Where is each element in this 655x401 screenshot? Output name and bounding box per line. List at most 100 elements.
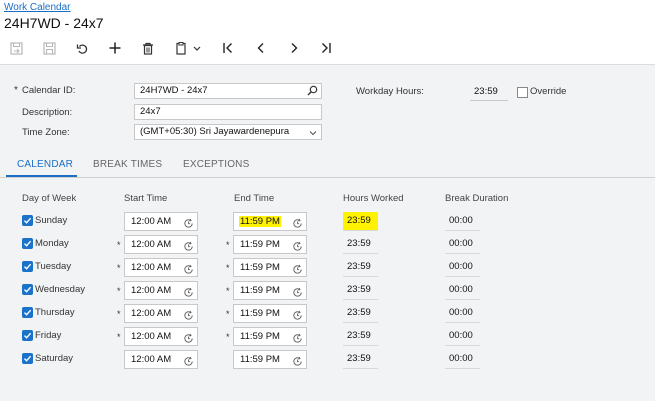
break-duration-value: 00:00 [445,258,480,277]
day-enabled-checkbox[interactable] [22,353,33,364]
required-mark: * [117,286,121,296]
end-time-field[interactable]: 11:59 PM [233,212,307,231]
start-time-value: 12:00 AM [131,354,172,365]
break-duration-value: 00:00 [445,212,480,231]
time-zone-value: (GMT+05:30) Sri Jayawardenepura [140,126,290,137]
table-row: Friday * 12:00 AM * 11:59 PM 23:59 00:00 [0,326,655,348]
calendar-form-panel: * Calendar ID: 24H7WD - 24x7 Description… [0,64,655,401]
save-icon[interactable] [41,38,57,58]
next-icon[interactable] [286,38,302,58]
required-mark: * [117,332,121,342]
end-time-field[interactable]: 11:59 PM [233,350,307,369]
start-time-field[interactable]: 12:00 AM [124,281,198,300]
end-time-value: 11:59 PM [239,216,281,227]
clock-icon[interactable] [292,216,303,234]
clock-icon[interactable] [183,354,194,372]
clock-icon[interactable] [183,331,194,349]
clock-icon[interactable] [292,354,303,372]
start-time-value: 12:00 AM [131,216,172,227]
table-row: Wednesday * 12:00 AM * 11:59 PM 23:59 00:00 [0,280,655,302]
time-zone-label: Time Zone: [22,127,70,138]
previous-icon[interactable] [253,38,269,58]
delete-icon[interactable] [140,38,156,58]
required-mark: * [226,240,230,250]
day-enabled-checkbox[interactable] [22,330,33,341]
clock-icon[interactable] [183,285,194,303]
required-mark: * [14,85,18,96]
end-time-value: 11:59 PM [240,331,280,342]
clock-icon[interactable] [292,262,303,280]
table-row: Thursday * 12:00 AM * 11:59 PM 23:59 00:00 [0,303,655,325]
header-hours-worked: Hours Worked [343,193,404,204]
break-duration-value: 00:00 [445,304,480,323]
active-tab-indicator [6,175,77,177]
start-time-value: 12:00 AM [131,331,172,342]
description-field[interactable]: 24x7 [134,104,322,120]
clock-icon[interactable] [183,262,194,280]
end-time-field[interactable]: 11:59 PM [233,304,307,323]
clock-icon[interactable] [292,285,303,303]
start-time-field[interactable]: 12:00 AM [124,304,198,323]
header-break-duration: Break Duration [445,193,509,204]
clock-icon[interactable] [292,308,303,326]
clock-icon[interactable] [183,216,194,234]
break-duration-value: 00:00 [445,235,480,254]
end-time-field[interactable]: 11:59 PM [233,235,307,254]
required-mark: * [226,309,230,319]
start-time-field[interactable]: 12:00 AM [124,235,198,254]
undo-icon[interactable] [74,38,90,58]
table-row: Tuesday * 12:00 AM * 11:59 PM 23:59 00:00 [0,257,655,279]
day-enabled-checkbox[interactable] [22,284,33,295]
start-time-field[interactable]: 12:00 AM [124,350,198,369]
table-row: Sunday 12:00 AM 11:59 PM 23:59 00:00 [0,211,655,233]
override-checkbox[interactable] [517,87,528,98]
clock-icon[interactable] [183,239,194,257]
day-enabled-checkbox[interactable] [22,238,33,249]
search-icon[interactable] [307,85,318,101]
break-duration-value: 00:00 [445,327,480,346]
toolbar [0,38,655,58]
end-time-value: 11:59 PM [240,308,280,319]
copy-paste-icon[interactable] [172,38,204,58]
clock-icon[interactable] [292,331,303,349]
start-time-field[interactable]: 12:00 AM [124,212,198,231]
table-row: Saturday 12:00 AM 11:59 PM 23:59 00:00 [0,349,655,371]
end-time-field[interactable]: 11:59 PM [233,281,307,300]
save-and-close-icon[interactable] [8,38,24,58]
day-label: Tuesday [35,261,72,272]
clock-icon[interactable] [183,308,194,326]
header-start-time: Start Time [124,193,168,204]
breadcrumb[interactable]: Work Calendar [4,2,71,13]
tab-break-times[interactable]: BREAK TIMES [93,159,162,170]
calendar-id-value: 24H7WD - 24x7 [140,85,208,96]
required-mark: * [117,263,121,273]
start-time-field[interactable]: 12:00 AM [124,327,198,346]
start-time-field[interactable]: 12:00 AM [124,258,198,277]
start-time-value: 12:00 AM [131,285,172,296]
first-icon[interactable] [220,38,236,58]
required-mark: * [226,286,230,296]
description-label: Description: [22,107,73,118]
time-zone-select[interactable]: (GMT+05:30) Sri Jayawardenepura [134,124,322,140]
end-time-field[interactable]: 11:59 PM [233,258,307,277]
day-enabled-checkbox[interactable] [22,215,33,226]
tab-calendar[interactable]: CALENDAR [17,159,73,170]
start-time-value: 12:00 AM [131,262,172,273]
day-label: Friday [35,330,62,341]
add-icon[interactable] [107,38,123,58]
day-label: Sunday [35,215,68,226]
hours-worked-value: 23:59 [343,235,378,254]
calendar-id-field[interactable]: 24H7WD - 24x7 [134,83,322,99]
tab-exceptions[interactable]: EXCEPTIONS [183,159,249,170]
page-title: 24H7WD - 24x7 [4,15,104,31]
workday-hours-field[interactable]: 23:59 [470,83,508,101]
day-enabled-checkbox[interactable] [22,307,33,318]
tab-bar: CALENDAR BREAK TIMES EXCEPTIONS [0,152,655,178]
end-time-field[interactable]: 11:59 PM [233,327,307,346]
day-label: Monday [35,238,69,249]
day-enabled-checkbox[interactable] [22,261,33,272]
clock-icon[interactable] [292,239,303,257]
last-icon[interactable] [318,38,334,58]
required-mark: * [117,240,121,250]
end-time-value: 11:59 PM [240,239,280,250]
